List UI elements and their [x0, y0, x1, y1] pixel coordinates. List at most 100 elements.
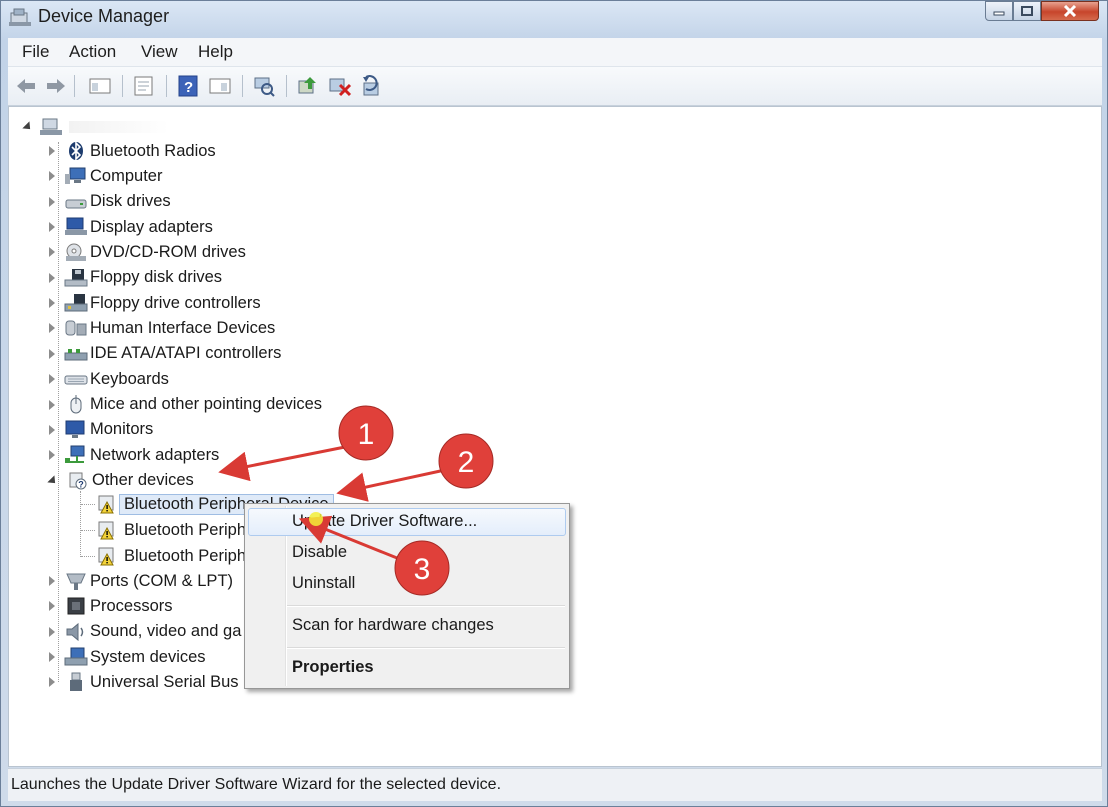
expand-arrow-icon[interactable] — [49, 171, 55, 182]
svg-text:?: ? — [184, 79, 193, 96]
menu-view[interactable]: View — [141, 42, 178, 62]
context-menu: Update Driver Software... Disable Uninst… — [244, 503, 570, 689]
expand-arrow-icon[interactable] — [49, 576, 55, 586]
scan-hardware-menu-item[interactable]: Scan for hardware changes — [292, 616, 494, 635]
tree-category-a-0[interactable]: Bluetooth Radios — [49, 140, 216, 162]
maximize-button[interactable] — [1013, 1, 1041, 21]
device-label: Bluetooth Periph — [124, 520, 247, 539]
tree-category-a-8[interactable]: IDE ATA/ATAPI controllers — [49, 343, 281, 365]
minimize-button[interactable] — [985, 1, 1013, 21]
properties-menu-item[interactable]: Properties — [292, 658, 374, 677]
tree-child-3[interactable]: Bluetooth Periph — [95, 545, 246, 567]
tree-category-a-13[interactable]: ? Other devices — [47, 470, 194, 492]
tree-category-label: Bluetooth Radios — [90, 141, 216, 160]
network-adapter-icon — [64, 445, 88, 465]
tree-category-b-2[interactable]: Sound, video and ga — [49, 621, 241, 643]
expand-arrow-icon[interactable] — [49, 450, 55, 461]
expand-arrow-icon[interactable] — [49, 146, 55, 156]
computer-name-redacted — [69, 121, 169, 133]
title-bar[interactable]: Device Manager — [1, 1, 1107, 35]
tree-category-label: Computer — [90, 166, 163, 185]
tree-category-label: Processors — [90, 596, 173, 615]
floppy-controller-icon — [64, 293, 88, 313]
tree-category-a-4[interactable]: DVD/CD-ROM drives — [49, 241, 246, 263]
expand-arrow-icon[interactable] — [49, 323, 55, 334]
tree-category-a-1[interactable]: Computer — [49, 165, 162, 187]
tree-category-label: Mice and other pointing devices — [90, 395, 323, 413]
tree-category-label: Sound, video and ga — [90, 622, 242, 641]
uninstall-icon[interactable] — [328, 74, 352, 98]
warning-device-icon — [95, 520, 119, 540]
tree-category-a-10[interactable]: Mice and other pointing devices — [49, 394, 322, 416]
expand-arrow-icon[interactable] — [49, 399, 55, 410]
collapse-arrow-icon[interactable] — [47, 474, 59, 487]
tree-category-label: Display adapters — [90, 217, 213, 236]
tree-category-label: DVD/CD-ROM drives — [90, 242, 246, 261]
tree-category-label: Human Interface Devices — [90, 318, 276, 337]
back-arrow-icon[interactable] — [14, 74, 38, 98]
expand-arrow-icon[interactable] — [49, 298, 55, 309]
tree-category-label: Disk drives — [90, 192, 171, 211]
tree-category-a-11[interactable]: Monitors — [49, 419, 153, 441]
tree-category-label: Other devices — [92, 471, 194, 490]
update-driver-icon[interactable] — [296, 74, 320, 98]
floppy-disk-icon — [64, 268, 88, 288]
tree-category-b-1[interactable]: Processors — [49, 595, 173, 617]
tree-root[interactable] — [22, 116, 169, 138]
dvd-drive-icon — [64, 242, 88, 262]
status-bar: Launches the Update Driver Software Wiza… — [8, 768, 1102, 801]
scan-hardware-icon[interactable] — [252, 74, 276, 98]
tree-category-label: System devices — [90, 647, 206, 666]
tree-category-label: Monitors — [90, 420, 154, 439]
processor-icon — [64, 596, 88, 616]
computer-root-icon — [39, 117, 63, 137]
expand-arrow-icon[interactable] — [49, 272, 55, 283]
tree-category-a-12[interactable]: Network adapters — [49, 444, 219, 466]
tree-category-a-6[interactable]: Floppy drive controllers — [49, 292, 261, 314]
expand-arrow-icon[interactable] — [49, 626, 55, 637]
expand-arrow-icon[interactable] — [49, 374, 55, 385]
tree-category-a-9[interactable]: Keyboards — [49, 368, 169, 390]
status-text: Launches the Update Driver Software Wiza… — [11, 776, 502, 793]
tree-child-2[interactable]: Bluetooth Periph — [95, 519, 246, 541]
port-icon — [64, 571, 88, 591]
tree-category-a-2[interactable]: Disk drives — [49, 191, 171, 213]
warning-device-icon — [95, 546, 119, 566]
uninstall-menu-item[interactable]: Uninstall — [292, 574, 355, 593]
forward-arrow-icon[interactable] — [44, 74, 68, 98]
expand-arrow-icon[interactable] — [49, 348, 55, 359]
expand-arrow-icon[interactable] — [49, 424, 55, 435]
close-button[interactable] — [1041, 1, 1099, 21]
menu-action[interactable]: Action — [69, 42, 116, 62]
tree-category-a-5[interactable]: Floppy disk drives — [49, 267, 222, 289]
mouse-icon — [64, 394, 88, 415]
disable-menu-item[interactable]: Disable — [292, 543, 347, 562]
tree-category-b-3[interactable]: System devices — [49, 646, 206, 668]
expand-arrow-icon[interactable] — [49, 652, 55, 663]
tree-category-a-3[interactable]: Display adapters — [49, 216, 213, 238]
menu-help[interactable]: Help — [198, 42, 233, 62]
tree-category-b-0[interactable]: Ports (COM & LPT) — [49, 570, 233, 592]
system-device-icon — [64, 647, 88, 667]
expand-arrow-icon[interactable] — [49, 677, 55, 688]
sound-icon — [64, 622, 88, 642]
monitor-icon — [64, 420, 88, 440]
expand-arrow-icon[interactable] — [49, 196, 55, 207]
expand-arrow-icon[interactable] — [49, 247, 55, 258]
menu-file[interactable]: File — [22, 42, 49, 62]
collapse-arrow-icon[interactable] — [22, 121, 34, 133]
menu-bar: File Action View Help — [8, 38, 1102, 67]
window-title: Device Manager — [38, 6, 170, 26]
tree-category-label: Universal Serial Bus — [90, 672, 239, 691]
help-icon[interactable]: ? — [176, 74, 200, 98]
console-tree-icon[interactable] — [88, 74, 112, 98]
properties-icon[interactable] — [132, 74, 156, 98]
tree-category-a-7[interactable]: Human Interface Devices — [49, 317, 275, 339]
unknown-device-icon: ? — [66, 471, 90, 491]
tree-category-b-4[interactable]: Universal Serial Bus — [49, 671, 239, 693]
update-driver-menu-item[interactable]: Update Driver Software... — [292, 512, 477, 531]
show-hide-icon[interactable] — [208, 74, 232, 98]
expand-arrow-icon[interactable] — [49, 222, 55, 233]
expand-arrow-icon[interactable] — [49, 601, 55, 612]
rollback-icon[interactable] — [360, 74, 384, 98]
